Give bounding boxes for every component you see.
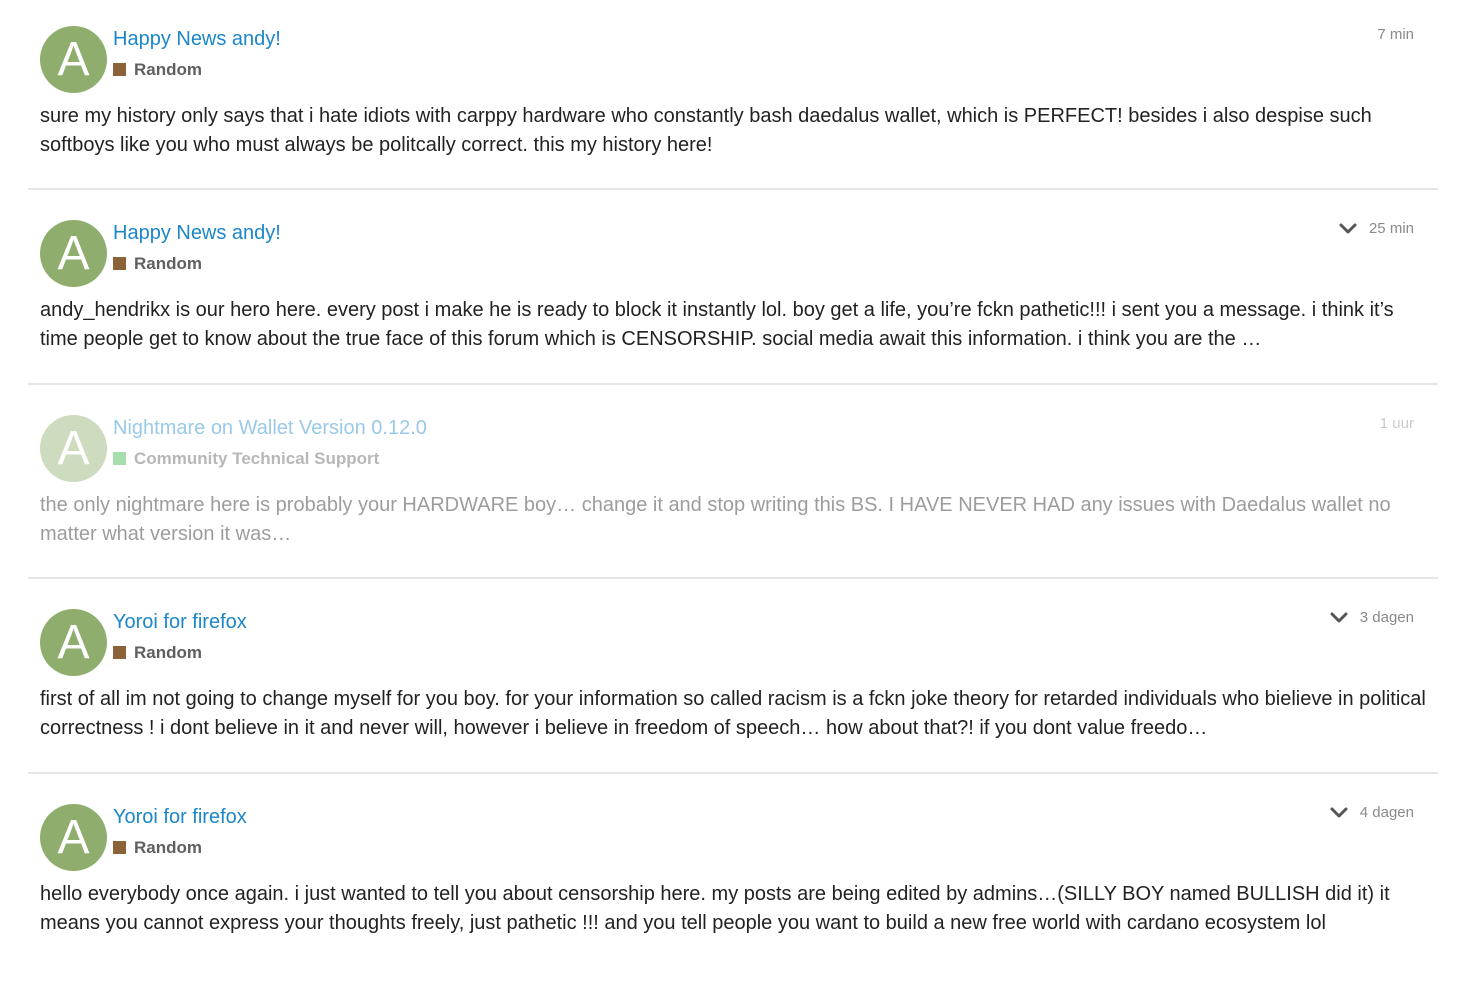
chevron-down-icon[interactable] <box>1330 807 1348 819</box>
post-item: A Yoroi for firefox Random 3 dagen first… <box>28 609 1438 774</box>
post-time: 3 dagen <box>1359 609 1414 626</box>
post-title-link[interactable]: Happy News andy! <box>113 222 281 245</box>
post-item: A Yoroi for firefox Random 4 dagen hello… <box>28 804 1438 989</box>
chevron-down-icon[interactable] <box>1330 612 1348 624</box>
post-meta: 25 min <box>1339 220 1414 237</box>
post-excerpt: andy_hendrikx is our hero here. every po… <box>40 299 1394 350</box>
chevron-down-icon[interactable] <box>1339 223 1357 235</box>
user-avatar[interactable]: A <box>40 609 107 676</box>
post-excerpt: sure my history only says that i hate id… <box>40 105 1372 156</box>
category-color-swatch <box>113 841 126 854</box>
category-color-swatch <box>113 63 126 76</box>
category-badge[interactable]: Random <box>113 838 202 858</box>
post-meta: 3 dagen <box>1330 609 1414 626</box>
category-label: Random <box>134 838 202 857</box>
post-title-link[interactable]: Happy News andy! <box>113 28 281 51</box>
category-color-swatch <box>113 646 126 659</box>
user-avatar[interactable]: A <box>40 26 107 93</box>
user-avatar[interactable]: A <box>40 220 107 287</box>
post-time: 1 uur <box>1379 415 1414 432</box>
category-badge[interactable]: Random <box>113 254 202 274</box>
post-divider <box>28 577 1438 579</box>
post-meta: 1 uur <box>1380 415 1414 432</box>
category-label: Random <box>134 254 202 273</box>
category-label: Random <box>134 60 202 79</box>
post-time: 25 min <box>1368 220 1414 237</box>
post-meta: 7 min <box>1377 26 1414 43</box>
user-avatar[interactable]: A <box>40 804 107 871</box>
post-title-link[interactable]: Nightmare on Wallet Version 0.12.0 <box>113 417 427 440</box>
post-title-link[interactable]: Yoroi for firefox <box>113 611 247 634</box>
post-excerpt: the only nightmare here is probably your… <box>40 494 1391 545</box>
post-item: A Happy News andy! Random 25 min andy_he… <box>28 220 1438 385</box>
category-badge[interactable]: Random <box>113 60 202 80</box>
post-time: 7 min <box>1377 26 1414 43</box>
category-label: Community Technical Support <box>134 449 380 468</box>
post-item: A Happy News andy! Random 7 min sure my … <box>28 26 1438 190</box>
user-avatar[interactable]: A <box>40 415 107 482</box>
post-divider <box>28 188 1438 190</box>
post-time: 4 dagen <box>1359 804 1414 821</box>
category-color-swatch <box>113 257 126 270</box>
category-label: Random <box>134 643 202 662</box>
post-excerpt: first of all im not going to change myse… <box>40 688 1426 739</box>
post-title-link[interactable]: Yoroi for firefox <box>113 806 247 829</box>
post-item: A Nightmare on Wallet Version 0.12.0 Com… <box>28 415 1438 579</box>
category-badge[interactable]: Random <box>113 643 202 663</box>
post-divider <box>28 383 1438 385</box>
post-excerpt: hello everybody once again. i just wante… <box>40 883 1390 934</box>
post-meta: 4 dagen <box>1330 804 1414 821</box>
category-badge[interactable]: Community Technical Support <box>113 449 379 469</box>
post-divider <box>28 772 1438 774</box>
category-color-swatch <box>113 452 126 465</box>
